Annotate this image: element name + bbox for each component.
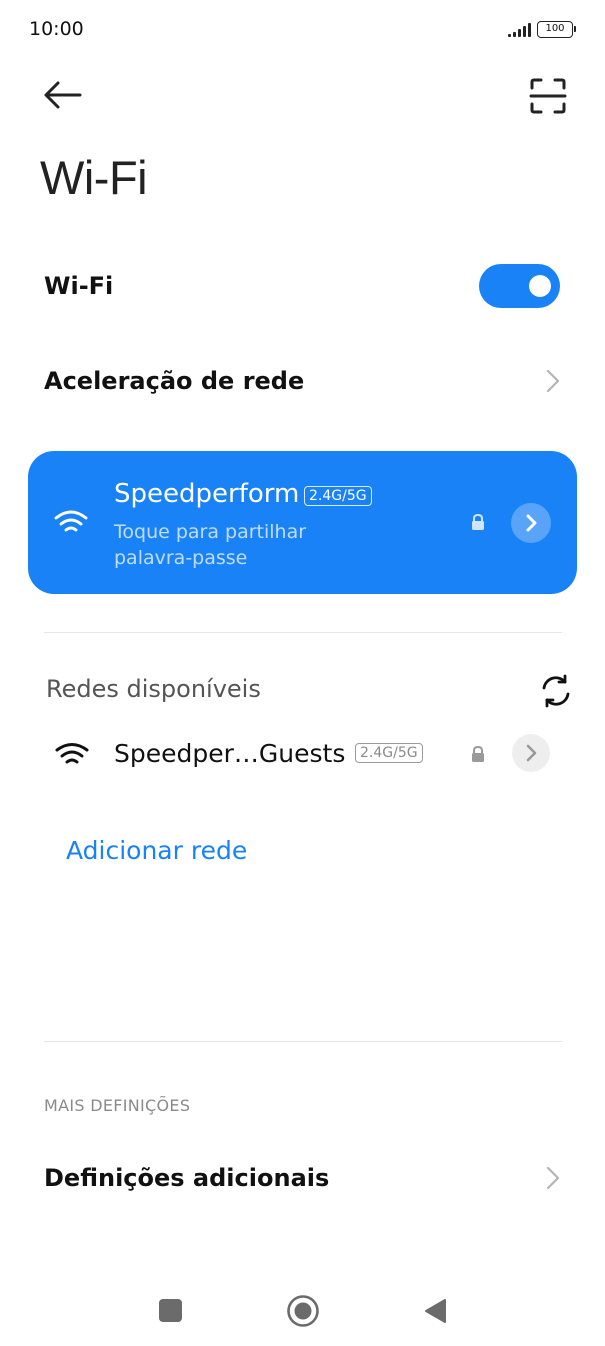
available-networks-title: Redes disponíveis — [46, 675, 261, 703]
home-button[interactable] — [286, 1294, 320, 1328]
qr-scan-icon[interactable] — [528, 76, 568, 116]
band-badge: 2.4G/5G — [304, 486, 372, 506]
network-details-button[interactable] — [512, 734, 550, 772]
divider — [44, 1041, 562, 1042]
share-password-hint: Toque para partilhar palavra-passe — [114, 519, 306, 571]
list-item[interactable]: Speedper…Guests 2.4G/5G — [0, 726, 605, 784]
wifi-icon — [54, 510, 88, 532]
back-nav-button[interactable] — [423, 1298, 447, 1324]
signal-icon — [508, 22, 531, 37]
band-badge: 2.4G/5G — [355, 743, 423, 763]
network-acceleration-item[interactable]: Aceleração de rede — [44, 367, 304, 395]
page-title: Wi-Fi — [40, 151, 148, 204]
refresh-icon[interactable] — [538, 673, 574, 709]
additional-settings-item[interactable]: Definições adicionais — [44, 1164, 329, 1192]
network-details-button[interactable] — [511, 503, 551, 543]
wifi-toggle-label: Wi-Fi — [44, 272, 114, 300]
battery-icon: 100 — [537, 21, 576, 38]
status-icons: 100 — [508, 21, 576, 38]
more-settings-section-label: MAIS DEFINIÇÕES — [44, 1096, 191, 1115]
status-time: 10:00 — [29, 18, 84, 40]
chevron-right-icon — [526, 744, 537, 762]
connected-network-ssid: Speedperform — [114, 479, 300, 509]
connected-network-card[interactable]: Speedperform 2.4G/5G Toque para partilha… — [28, 451, 577, 594]
wifi-icon — [55, 743, 89, 764]
lock-icon — [472, 513, 484, 530]
wifi-toggle[interactable] — [479, 264, 560, 308]
lock-icon — [472, 745, 484, 762]
chevron-right-icon — [546, 1166, 560, 1190]
chevron-right-icon — [526, 514, 537, 532]
divider — [44, 632, 562, 633]
chevron-right-icon — [546, 369, 560, 393]
recent-apps-button[interactable] — [159, 1299, 182, 1322]
arrow-left-icon[interactable] — [40, 78, 84, 112]
share-password-hint-line1: Toque para partilhar — [114, 521, 307, 543]
add-network-button[interactable]: Adicionar rede — [66, 836, 247, 865]
toggle-knob — [529, 275, 551, 297]
wifi-settings-screen: 10:00 100 Wi-Fi Wi-Fi Aceleração de rede — [0, 0, 605, 1346]
share-password-hint-line2: palavra-passe — [114, 547, 248, 569]
network-ssid: Speedper…Guests — [114, 739, 346, 768]
